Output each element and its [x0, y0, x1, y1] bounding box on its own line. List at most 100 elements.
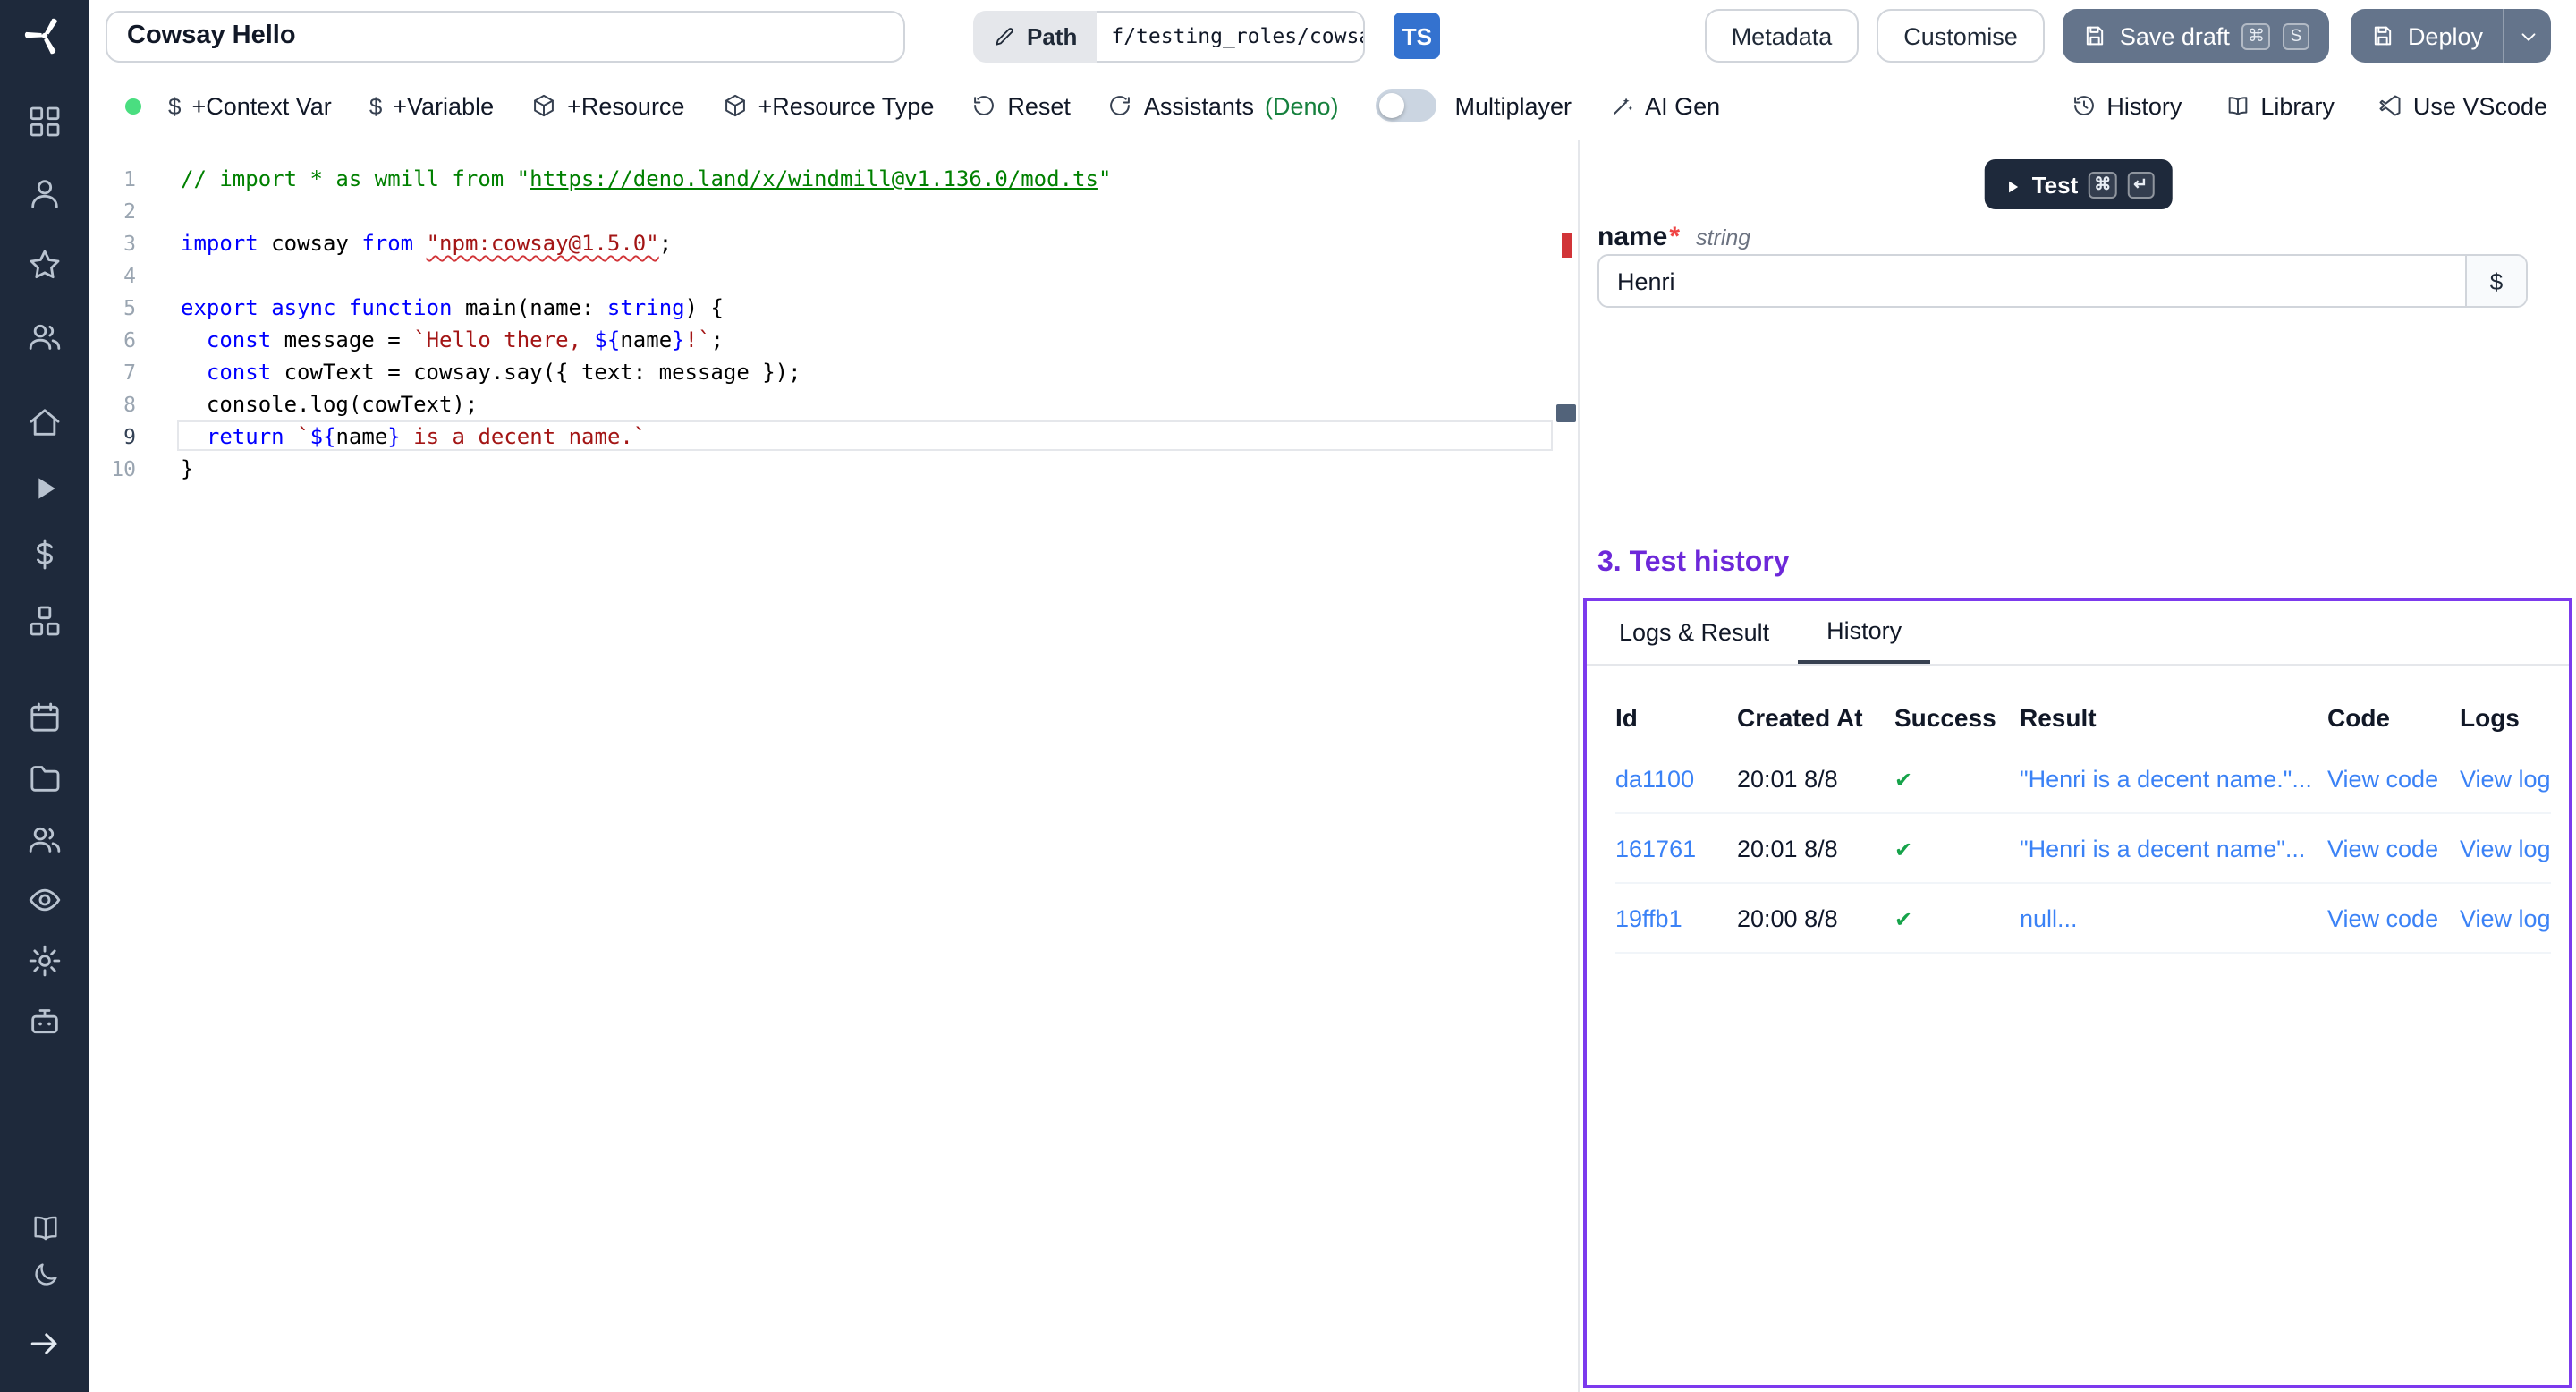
line-number: 1	[89, 163, 136, 195]
view-logs-link[interactable]: View logs	[2460, 835, 2551, 862]
code-line-6: 6 const message = `Hello there, ${name}!…	[89, 324, 1578, 356]
refresh-icon	[1108, 93, 1133, 118]
code-line-10: 10}	[89, 453, 1578, 485]
view-logs-link[interactable]: View logs	[2460, 765, 2551, 792]
favorites-star-icon[interactable]	[27, 247, 63, 283]
use-vscode-button[interactable]: Use VScode	[2377, 92, 2547, 119]
history-button[interactable]: History	[2071, 92, 2182, 119]
job-id-link[interactable]: 161761	[1615, 835, 1696, 862]
deploy-button-group: Deploy	[2351, 9, 2551, 63]
view-code-link[interactable]: View code	[2327, 904, 2438, 931]
connection-status-dot	[125, 98, 141, 114]
line-number: 8	[89, 388, 136, 420]
column-header-created-at: Created At	[1737, 703, 1894, 732]
top-bar: Cowsay Hello Path f/testing_roles/cowsa …	[89, 0, 2576, 72]
runs-play-icon[interactable]	[27, 471, 63, 506]
column-header-result: Result	[2020, 703, 2327, 732]
resources-boxes-icon[interactable]	[27, 603, 63, 639]
tab-logs-result[interactable]: Logs & Result	[1590, 601, 1798, 664]
pencil-icon	[993, 24, 1016, 47]
variables-dollar-icon[interactable]	[27, 537, 63, 573]
add-context-var-button[interactable]: $ +Context Var	[168, 92, 332, 119]
save-icon	[2082, 23, 2107, 48]
line-number: 4	[89, 259, 136, 292]
add-resource-type-button[interactable]: +Resource Type	[722, 92, 934, 119]
job-id-link[interactable]: 19ffb1	[1615, 904, 1682, 931]
edit-path-button[interactable]: Path	[973, 10, 1097, 62]
deploy-icon	[2370, 23, 2395, 48]
line-number: 2	[89, 195, 136, 227]
line-number: 9	[89, 420, 136, 453]
test-button[interactable]: Test ⌘ ↵	[1984, 159, 2173, 209]
view-code-link[interactable]: View code	[2327, 835, 2438, 862]
settings-gear-icon[interactable]	[27, 943, 63, 979]
schedules-calendar-icon[interactable]	[27, 700, 63, 735]
result-link[interactable]: "Henri is a decent name"...	[2020, 835, 2305, 862]
save-draft-button[interactable]: Save draft ⌘ S	[2063, 9, 2329, 63]
name-arg-input[interactable]: Henri $	[1597, 254, 2528, 308]
add-variable-button[interactable]: $ +Variable	[369, 92, 494, 119]
right-panel: Test ⌘ ↵ name* string Henri $ 3. Test hi…	[1578, 140, 2576, 1392]
library-button[interactable]: Library	[2224, 92, 2334, 119]
windmill-logo-icon[interactable]	[0, 0, 89, 72]
customise-button[interactable]: Customise	[1877, 9, 2045, 63]
path-group: Path f/testing_roles/cowsa	[973, 10, 1365, 62]
test-history-title: 3. Test history	[1597, 547, 1790, 580]
result-link[interactable]: "Henri is a decent name."...	[2020, 765, 2312, 792]
arg-type-label: string	[1696, 225, 1750, 250]
line-number: 10	[89, 453, 136, 485]
line-number: 5	[89, 292, 136, 324]
workspace-users-icon[interactable]	[27, 318, 63, 354]
column-header-id: Id	[1615, 703, 1737, 732]
workers-robot-icon[interactable]	[27, 1004, 63, 1040]
test-history-box: Logs & Result History IdCreated AtSucces…	[1583, 598, 2572, 1388]
deploy-button[interactable]: Deploy	[2351, 9, 2503, 63]
history-clock-icon	[2071, 93, 2096, 118]
docs-book-icon[interactable]	[30, 1213, 60, 1243]
code-editor[interactable]: 1// import * as wmill from "https://deno…	[89, 140, 1578, 1392]
assistants-button[interactable]: Assistants (Deno)	[1108, 92, 1339, 119]
success-check-icon: ✔	[1894, 906, 1912, 931]
table-row: 16176120:01 8/8✔"Henri is a decent name"…	[1615, 814, 2551, 884]
job-id-link[interactable]: da1100	[1615, 765, 1694, 792]
folders-icon[interactable]	[27, 760, 63, 796]
ai-gen-button[interactable]: AI Gen	[1609, 92, 1720, 119]
theme-moon-icon[interactable]	[30, 1260, 60, 1290]
reset-icon	[971, 93, 996, 118]
view-logs-link[interactable]: View logs	[2460, 904, 2551, 931]
groups-icon[interactable]	[27, 821, 63, 857]
script-name-input[interactable]: Cowsay Hello	[106, 10, 905, 62]
tab-history[interactable]: History	[1798, 601, 1930, 664]
name-arg-value: Henri	[1599, 267, 2465, 294]
home-icon[interactable]	[27, 404, 63, 440]
s-key-badge: S	[2283, 22, 2309, 49]
line-number: 3	[89, 227, 136, 259]
package-icon	[531, 93, 556, 118]
deploy-dropdown-button[interactable]	[2503, 9, 2551, 63]
insert-variable-button[interactable]: $	[2465, 256, 2526, 306]
result-link[interactable]: null...	[2020, 904, 2078, 931]
column-header-success: Success	[1894, 703, 2020, 732]
add-resource-button[interactable]: +Resource	[531, 92, 684, 119]
line-number: 6	[89, 324, 136, 356]
apps-grid-icon[interactable]	[27, 104, 63, 140]
overview-cursor-marker	[1556, 404, 1576, 422]
line-number: 7	[89, 356, 136, 388]
code-line-7: 7 const cowText = cowsay.say({ text: mes…	[89, 356, 1578, 388]
path-input[interactable]: f/testing_roles/cowsa	[1097, 10, 1365, 62]
arg-field-label: name* string	[1597, 222, 1750, 252]
dollar-icon: $	[168, 92, 181, 119]
reset-button[interactable]: Reset	[971, 92, 1071, 119]
chevron-down-icon	[2516, 24, 2539, 47]
play-icon	[2002, 174, 2021, 194]
code-line-5: 5export async function main(name: string…	[89, 292, 1578, 324]
cmd-key-badge: ⌘	[2089, 171, 2116, 198]
metadata-button[interactable]: Metadata	[1705, 9, 1860, 63]
multiplayer-toggle[interactable]	[1377, 89, 1437, 122]
view-code-link[interactable]: View code	[2327, 765, 2438, 792]
code-line-3: 3import cowsay from "npm:cowsay@1.5.0";	[89, 227, 1578, 259]
audit-logs-eye-icon[interactable]	[27, 882, 63, 918]
editor-toolbar: $ +Context Var $ +Variable +Resource +Re…	[89, 72, 2576, 140]
collapse-sidebar-arrow-icon[interactable]	[25, 1324, 64, 1363]
profile-user-icon[interactable]	[27, 175, 63, 211]
